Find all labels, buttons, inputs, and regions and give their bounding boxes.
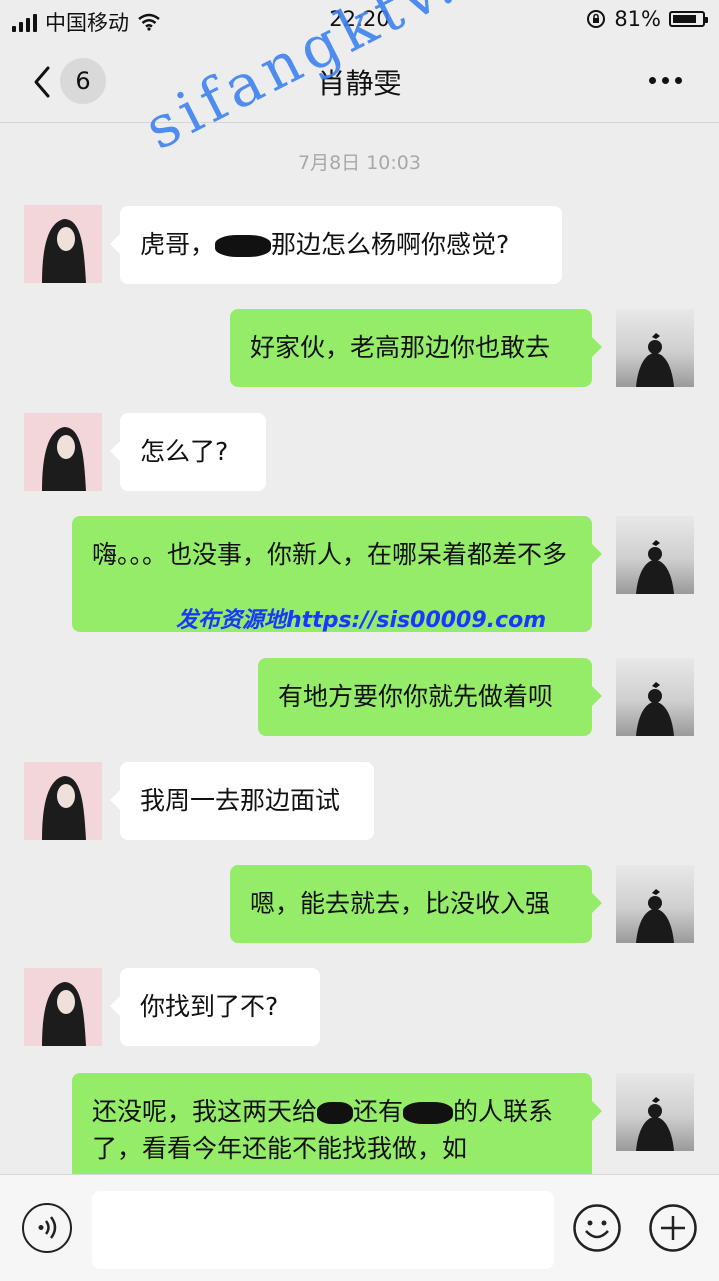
message-text: 你找到了不? [140,992,279,1021]
message-bubble[interactable]: 怎么了? [110,413,266,491]
message-input[interactable] [92,1191,554,1269]
message-bubble[interactable]: 你找到了不? [110,968,320,1046]
battery-percent: 81% [614,7,661,31]
voice-icon[interactable] [22,1203,72,1253]
contact-avatar[interactable] [24,413,102,491]
contact-avatar[interactable] [24,205,102,283]
message-text: 好家伙，老高那边你也敢去 [250,333,551,362]
message-text: 虎哥， [140,230,216,259]
redaction-mark [403,1102,454,1124]
message-text: 嗯，能去就去，比没收入强 [250,889,551,918]
message-bubble[interactable]: 虎哥， 那边怎么杨啊你感觉? [110,206,562,284]
contact-avatar[interactable] [24,968,102,1046]
message-text-mid: 还有 [353,1097,404,1126]
rotation-lock-icon [587,10,606,28]
contact-avatar[interactable] [24,762,102,840]
message-text: 有地方要你你就先做着呗 [278,682,554,711]
message-text-continued: 那边怎么杨啊你感觉? [271,230,510,259]
my-avatar[interactable] [616,309,694,387]
redaction-mark [317,1102,354,1124]
input-bar [0,1174,719,1281]
my-avatar[interactable] [616,865,694,943]
message-bubble[interactable]: 嗯，能去就去，比没收入强 [230,865,602,943]
message-text: 嗨。。。也没事，你新人，在哪呆着都差不多 [92,540,568,569]
my-avatar[interactable] [616,1073,694,1151]
chat-title: 肖静雯 [317,67,402,100]
message-text: 怎么了? [140,437,229,466]
battery-icon [669,11,708,27]
message-bubble[interactable]: 我周一去那边面试 [110,762,374,840]
message-bubble[interactable]: 有地方要你你就先做着呗 [258,658,602,736]
message-text: 还没呢，我这两天给 [92,1097,318,1126]
message-text: 我周一去那边面试 [140,786,341,815]
emoji-icon[interactable] [572,1203,622,1253]
message-timestamp: 7月8日 10:03 [298,152,421,174]
my-avatar[interactable] [616,658,694,736]
plus-icon[interactable] [648,1203,698,1253]
redaction-mark [215,235,272,257]
my-avatar[interactable] [616,516,694,594]
status-right: 81% [586,7,708,31]
message-bubble[interactable]: 好家伙，老高那边你也敢去 [230,309,602,387]
overlay-note: 发布资源地https://sis00009.com [176,608,547,633]
more-dots-icon[interactable] [649,70,689,90]
